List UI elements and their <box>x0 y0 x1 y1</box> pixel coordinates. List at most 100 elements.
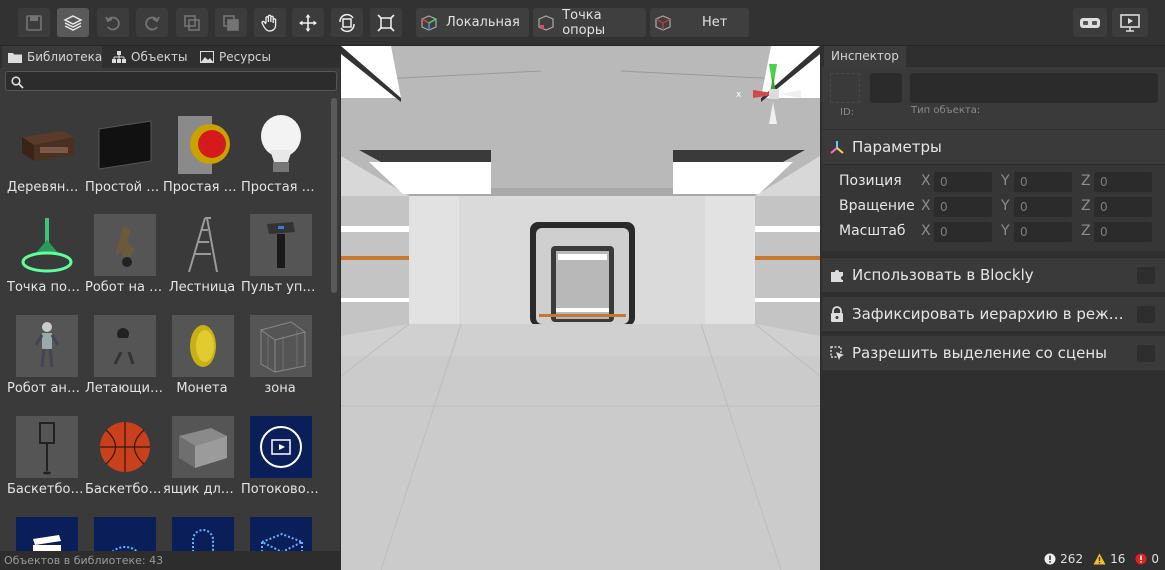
library-item[interactable]: Потоковое видео <box>241 398 319 497</box>
lock-hierarchy-checkbox[interactable] <box>1137 306 1155 323</box>
axis-z-label: Z <box>1081 173 1091 189</box>
library-item[interactable] <box>241 499 319 551</box>
library-item[interactable]: Робот на колесах <box>85 196 163 295</box>
save-button[interactable] <box>18 8 50 37</box>
image-icon <box>200 51 214 63</box>
tab-objects[interactable]: Объекты <box>106 46 192 68</box>
params-section-header[interactable]: Параметры <box>822 130 1165 164</box>
library-item[interactable] <box>7 499 85 551</box>
library-item[interactable]: Простой экран <box>85 96 163 195</box>
scale-x-field[interactable]: 0 <box>934 222 992 242</box>
allow-select-row[interactable]: Разрешить выделение со сцены <box>822 336 1165 370</box>
library-item-name: Простой экран <box>85 180 163 195</box>
undo-button[interactable] <box>97 8 129 37</box>
library-item-name: Летающий дрон <box>85 381 163 396</box>
scale-label: Масштаб <box>839 223 906 239</box>
library-item-name: Пульт управления <box>241 280 319 295</box>
redo-button[interactable] <box>136 8 168 37</box>
object-color-slot[interactable] <box>870 73 902 103</box>
library-item[interactable]: Простая лампа <box>241 96 319 195</box>
spawn-point-thumbnail <box>16 214 78 276</box>
params-body: Позиция X 0 Y 0 Z 0 Вращение X 0 Y 0 Z 0… <box>822 165 1165 251</box>
library-item[interactable]: Летающий дрон <box>85 297 163 396</box>
warning-counter[interactable]: 16 <box>1093 552 1125 566</box>
library-status: Объектов в библиотеке: 43 <box>0 551 340 570</box>
id-label: ID: <box>840 107 855 118</box>
axis-y-label: Y <box>1001 198 1010 214</box>
library-item[interactable]: зона <box>241 297 319 396</box>
lock-icon <box>822 306 852 322</box>
blockly-label: Использовать в Blockly <box>852 266 1034 284</box>
library-item[interactable]: Робот андроид <box>7 297 85 396</box>
pivot-dropdown[interactable]: Точка опоры <box>533 8 646 38</box>
library-item-name: Монета <box>176 381 228 396</box>
info-counter[interactable]: 262 <box>1044 552 1083 566</box>
error-icon <box>1135 553 1147 565</box>
hand-tool-button[interactable] <box>254 8 286 37</box>
paste-icon <box>223 14 239 31</box>
library-item[interactable]: Монета <box>163 297 241 396</box>
hierarchy-icon <box>112 51 126 63</box>
scene-viewport[interactable]: y x <box>341 46 820 570</box>
library-item[interactable]: Баскетбольный мяч <box>85 398 163 497</box>
coordinate-space-dropdown[interactable]: Локальная <box>416 8 529 37</box>
monitor-play-icon <box>1120 13 1140 32</box>
lock-hierarchy-row[interactable]: Зафиксировать иерархию в режиме <box>822 297 1165 331</box>
library-item-name: Лестница <box>168 280 236 295</box>
scale-z-field[interactable]: 0 <box>1094 222 1152 242</box>
rotation-y-field[interactable]: 0 <box>1014 197 1072 217</box>
move-tool-button[interactable] <box>292 8 324 37</box>
lamp-thumbnail <box>250 114 312 176</box>
snap-dropdown[interactable]: Нет <box>650 8 749 37</box>
tab-inspector[interactable]: Инспектор <box>824 46 906 67</box>
wheel-robot-thumbnail <box>94 214 156 276</box>
axis-y-label: Y <box>1001 223 1010 239</box>
rotate-tool-button[interactable] <box>331 8 363 37</box>
library-item[interactable]: Лестница <box>163 196 241 295</box>
rotation-z-field[interactable]: 0 <box>1094 197 1152 217</box>
position-z-field[interactable]: 0 <box>1094 172 1152 192</box>
library-item[interactable]: Баскетбольное кольцо <box>7 398 85 497</box>
library-item-name: Простая кнопка <box>163 180 241 195</box>
object-name-field[interactable] <box>910 73 1158 103</box>
vr-headset-button[interactable] <box>1073 8 1107 37</box>
library-item[interactable] <box>163 499 241 551</box>
rotation-x-field[interactable]: 0 <box>934 197 992 217</box>
axis-x-label: X <box>921 223 931 239</box>
library-search <box>5 71 337 91</box>
copy-icon <box>184 14 200 31</box>
snap-cube-icon <box>650 8 676 37</box>
blockly-checkbox[interactable] <box>1137 267 1155 284</box>
scale-tool-button[interactable] <box>370 8 402 37</box>
snap-label: Нет <box>702 15 728 30</box>
scale-y-field[interactable]: 0 <box>1014 222 1072 242</box>
ladder-thumbnail <box>172 214 234 276</box>
library-item[interactable]: ящик для вещей <box>163 398 241 497</box>
library-item[interactable]: Точка появления <box>7 196 85 295</box>
dotted-cube-thumbnail <box>250 517 312 551</box>
position-y-field[interactable]: 0 <box>1014 172 1072 192</box>
tab-library[interactable]: Библиотека <box>2 46 102 68</box>
error-counter[interactable]: 0 <box>1135 552 1159 566</box>
search-input[interactable] <box>28 72 328 90</box>
play-preview-button[interactable] <box>1112 8 1148 37</box>
coordinate-space-label: Локальная <box>446 15 520 30</box>
tab-resources[interactable]: Ресурсы <box>194 46 276 68</box>
button-thumbnail <box>172 114 234 176</box>
axis-x-label: X <box>921 198 931 214</box>
screen-thumbnail <box>94 114 156 176</box>
library-item[interactable]: Простая кнопка <box>163 96 241 195</box>
library-item[interactable]: Деревянный стол <box>7 96 85 195</box>
allow-select-checkbox[interactable] <box>1137 345 1155 362</box>
library-item[interactable] <box>85 499 163 551</box>
blockly-row[interactable]: Использовать в Blockly <box>822 258 1165 292</box>
library-scrollbar[interactable] <box>331 98 337 293</box>
library-item[interactable]: Пульт управления <box>241 196 319 295</box>
inspector-header: ID: Тип объекта: <box>822 67 1165 129</box>
paste-button[interactable] <box>215 8 247 37</box>
copy-button[interactable] <box>176 8 208 37</box>
library-item-name: Робот андроид <box>7 381 85 396</box>
coin-thumbnail <box>172 315 234 377</box>
layers-button[interactable] <box>57 8 89 37</box>
position-x-field[interactable]: 0 <box>934 172 992 192</box>
